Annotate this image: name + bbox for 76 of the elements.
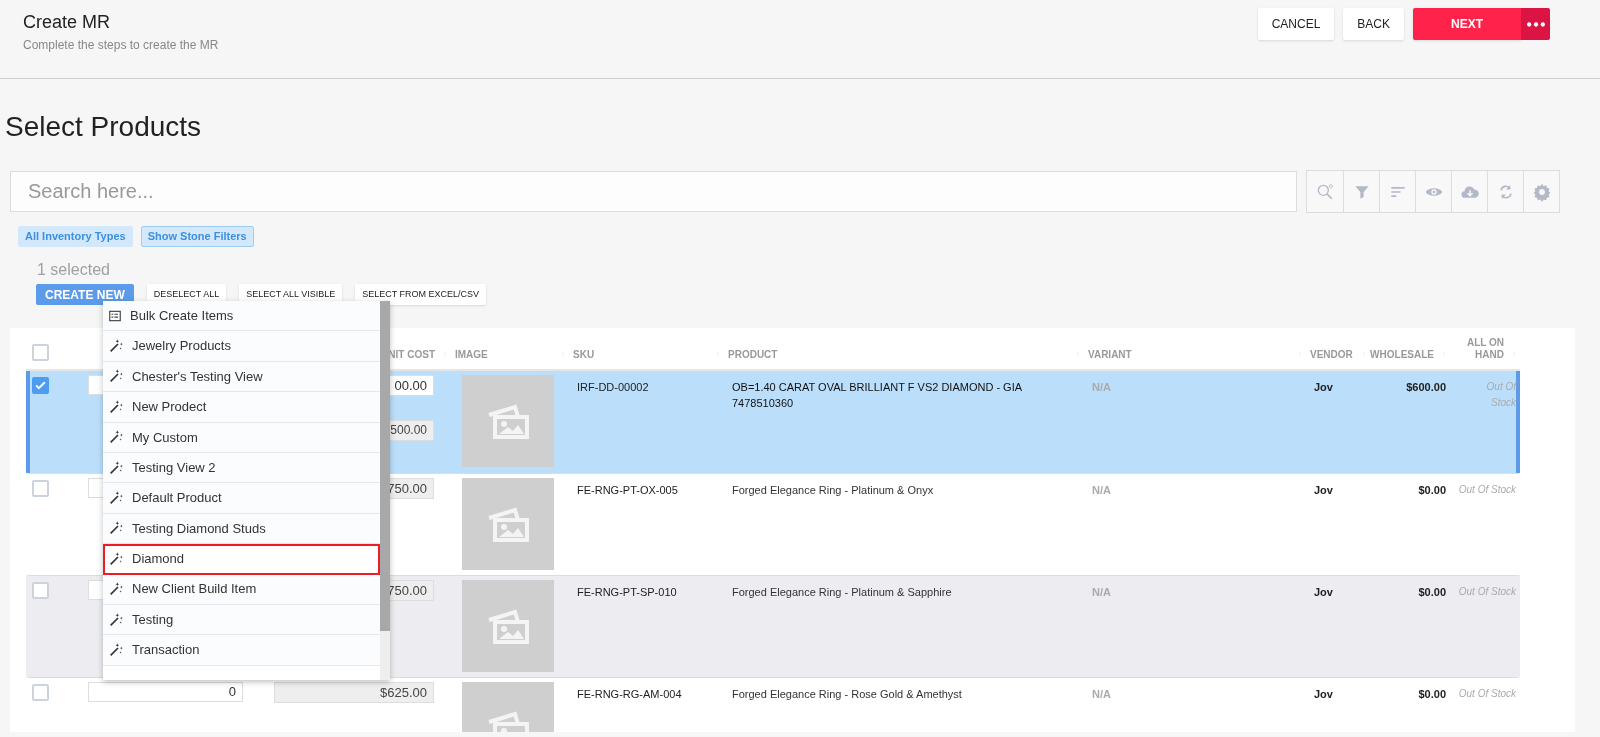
vendor-cell-text: Jov [1313,585,1334,600]
unit-cost-field[interactable]: $625.00 [274,682,434,703]
variant-cell-text: N/A [1091,687,1112,702]
menu-item[interactable]: Transaction [103,635,380,666]
menu-item[interactable]: Diamond [103,544,380,575]
menu-item[interactable]: My Custom [103,422,380,453]
product-cell-text: OB=1.40 CARAT OVAL BRILLIANT F VS2 DIAMOND - GIA 7478510360 [731,380,1023,411]
wholesale-cell-text: $0.00 [1417,687,1447,702]
menu-item[interactable]: Testing View 2 [103,452,380,484]
more-icon [1526,21,1545,27]
magic-wand-icon [108,611,124,628]
settings-icon[interactable] [1531,181,1552,202]
menu-item[interactable]: Default Product [103,483,380,514]
scrollbar-thumb[interactable] [380,301,390,631]
action-button[interactable]: CANCEL [1257,8,1335,40]
column-header: ALL ON HAND [1465,337,1504,361]
magic-wand-icon [108,642,124,658]
menu-item[interactable]: New Prodect [103,392,380,423]
magic-wand-icon [108,550,124,567]
magic-wand-icon [108,520,124,537]
action-button[interactable]: BACK [1343,8,1404,40]
table-row[interactable]: 0 $625.00 FE-RNG-RG-AM-004 Forged Elegance Ring - Rose Gold & Amethyst N/A Jov $0.00 Out Of Stock [26,677,1520,732]
stock-cell-text: Out Of Stock [1457,483,1517,497]
sku-cell-text: FE-RNG-PT-OX-005 [576,483,679,498]
sku-cell-text: IRF-DD-00002 [576,380,650,395]
quantity-field[interactable]: 0 [88,682,243,702]
column-header: PRODUCT [727,349,778,361]
magic-wand-icon [108,338,124,355]
menu-item[interactable]: Jewelry Products [103,331,380,362]
wholesale-cell-text: $600.00 [1405,380,1447,395]
column-header: IMAGE [454,349,488,361]
menu-item[interactable]: Bulk Create Items [103,301,380,332]
vendor-cell-text: Jov [1313,380,1334,395]
product-cell-text: Forged Elegance Ring - Rose Gold & Amethyst [731,687,963,702]
column-header: VENDOR [1309,349,1353,361]
menu-item[interactable]: Testing [103,604,380,636]
menu-item[interactable]: New Client Build Item [103,574,380,605]
product-cell-text: Forged Elegance Ring - Platinum & Sapphire [731,585,953,600]
page-title: Create MR [23,11,112,34]
menu-item[interactable]: Testing Diamond Studs [103,513,380,545]
magic-wand-icon [108,490,124,507]
search-field[interactable]: Search here... [10,171,1297,212]
search-icon[interactable] [1315,181,1335,202]
menu-item[interactable]: Chester's Testing View [103,361,380,393]
selection-count: 1 selected [36,260,111,280]
checkbox[interactable] [32,480,49,497]
sku-cell-text: FE-RNG-RG-AM-004 [576,687,683,702]
vendor-cell-text: Jov [1313,687,1334,702]
next-button[interactable]: NEXT [1413,8,1521,40]
stock-cell-text: Out Of Stock [1485,380,1518,410]
checkbox[interactable] [32,582,49,599]
magic-wand-icon [108,398,124,415]
column-header: SKU [572,349,595,361]
stock-cell-text: Out Of Stock [1457,585,1517,599]
magic-wand-icon [108,368,124,385]
action-button[interactable]: SELECT FROM EXCEL/CSV [355,284,487,305]
variant-cell-text: N/A [1091,483,1112,498]
form-icon [108,308,122,323]
stock-cell-text: Out Of Stock [1457,687,1517,701]
variant-cell-text: N/A [1091,380,1112,395]
sku-cell-text: FE-RNG-PT-SP-010 [576,585,678,600]
product-cell-text: Forged Elegance Ring - Platinum & Onyx [731,483,935,498]
magic-wand-icon [108,581,124,598]
checkbox[interactable] [32,344,49,361]
variant-cell-text: N/A [1091,585,1112,600]
wholesale-cell-text: $0.00 [1417,585,1447,600]
column-header: VARIANT [1087,349,1132,361]
wholesale-cell-text: $0.00 [1417,483,1447,498]
more-button[interactable] [1521,8,1550,40]
checkbox[interactable] [32,684,49,701]
section-title: Select Products [4,110,203,144]
page-subtitle: Complete the steps to create the MR [23,37,219,54]
magic-wand-icon [108,459,124,476]
column-header: WHOLESALE [1370,349,1434,361]
magic-wand-icon [108,429,124,446]
vendor-cell-text: Jov [1313,483,1334,498]
